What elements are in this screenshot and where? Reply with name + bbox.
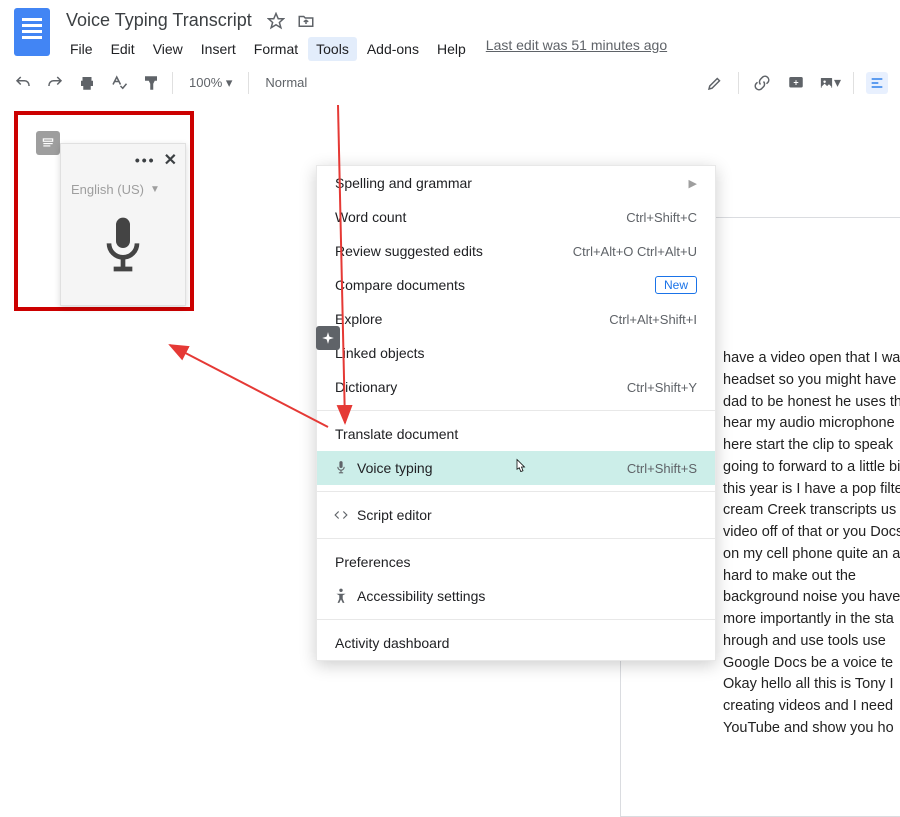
- pointer-cursor-icon: [511, 457, 529, 480]
- menu-review-edits[interactable]: Review suggested editsCtrl+Alt+O Ctrl+Al…: [317, 234, 715, 268]
- menu-explore[interactable]: ExploreCtrl+Alt+Shift+I: [317, 302, 715, 336]
- menu-compare-docs[interactable]: Compare documentsNew: [317, 268, 715, 302]
- voice-typing-panel[interactable]: ••• ✕ English (US)▼: [60, 143, 186, 306]
- menu-view[interactable]: View: [145, 37, 191, 61]
- new-badge: New: [655, 276, 697, 294]
- link-icon[interactable]: [751, 72, 773, 94]
- menu-word-count[interactable]: Word countCtrl+Shift+C: [317, 200, 715, 234]
- document-text: have a video open that I want headset so…: [723, 350, 900, 736]
- menu-preferences[interactable]: Preferences: [317, 545, 715, 579]
- menu-voice-typing[interactable]: Voice typing Ctrl+Shift+S: [317, 451, 715, 485]
- separator: [248, 72, 249, 94]
- separator: [853, 72, 854, 94]
- separator: [172, 72, 173, 94]
- menubar: File Edit View Insert Format Tools Add-o…: [62, 33, 886, 61]
- menu-file[interactable]: File: [62, 37, 101, 61]
- svg-text:+: +: [793, 77, 798, 87]
- accessibility-icon: [329, 588, 353, 604]
- star-icon[interactable]: [266, 11, 286, 31]
- code-icon: [329, 508, 353, 522]
- highlight-box: ••• ✕ English (US)▼: [14, 111, 194, 311]
- more-icon[interactable]: •••: [135, 152, 156, 168]
- last-edit-status[interactable]: Last edit was 51 minutes ago: [486, 37, 667, 61]
- document-title[interactable]: Voice Typing Transcript: [62, 8, 256, 33]
- close-icon[interactable]: ✕: [164, 150, 177, 170]
- menu-dictionary[interactable]: DictionaryCtrl+Shift+Y: [317, 370, 715, 404]
- paint-format-icon[interactable]: [140, 72, 162, 94]
- microphone-button[interactable]: [61, 203, 185, 305]
- separator: [317, 619, 715, 620]
- comment-icon[interactable]: +: [785, 72, 807, 94]
- header: Voice Typing Transcript File Edit View I…: [0, 0, 900, 61]
- language-select[interactable]: English (US)▼: [61, 176, 185, 203]
- explore-badge-icon: [316, 326, 340, 350]
- style-select[interactable]: Normal: [259, 75, 313, 90]
- menu-edit[interactable]: Edit: [103, 37, 143, 61]
- menu-spelling-grammar[interactable]: Spelling and grammar▶: [317, 166, 715, 200]
- undo-icon[interactable]: [12, 72, 34, 94]
- separator: [317, 410, 715, 411]
- menu-script-editor[interactable]: Script editor: [317, 498, 715, 532]
- menu-translate[interactable]: Translate document: [317, 417, 715, 451]
- separator: [317, 491, 715, 492]
- image-icon[interactable]: ▾: [819, 72, 841, 94]
- toolbar: 100% ▾ Normal + ▾: [0, 61, 900, 105]
- menu-insert[interactable]: Insert: [193, 37, 244, 61]
- print-icon[interactable]: [76, 72, 98, 94]
- menu-format[interactable]: Format: [246, 37, 306, 61]
- menu-activity-dashboard[interactable]: Activity dashboard: [317, 626, 715, 660]
- highlight-icon[interactable]: [704, 72, 726, 94]
- spellcheck-icon[interactable]: [108, 72, 130, 94]
- panel-grip-icon[interactable]: [36, 131, 60, 155]
- menu-linked-objects[interactable]: Linked objects: [317, 336, 715, 370]
- align-icon[interactable]: [866, 72, 888, 94]
- separator: [738, 72, 739, 94]
- menu-addons[interactable]: Add-ons: [359, 37, 427, 61]
- tools-dropdown: Spelling and grammar▶ Word countCtrl+Shi…: [316, 165, 716, 661]
- submenu-arrow-icon: ▶: [689, 177, 697, 190]
- menu-accessibility[interactable]: Accessibility settings: [317, 579, 715, 613]
- move-folder-icon[interactable]: [296, 11, 316, 31]
- separator: [317, 538, 715, 539]
- zoom-select[interactable]: 100% ▾: [183, 75, 238, 91]
- mic-icon: [329, 460, 353, 476]
- redo-icon[interactable]: [44, 72, 66, 94]
- menu-help[interactable]: Help: [429, 37, 474, 61]
- menu-tools[interactable]: Tools: [308, 37, 357, 61]
- docs-logo-icon[interactable]: [14, 8, 50, 56]
